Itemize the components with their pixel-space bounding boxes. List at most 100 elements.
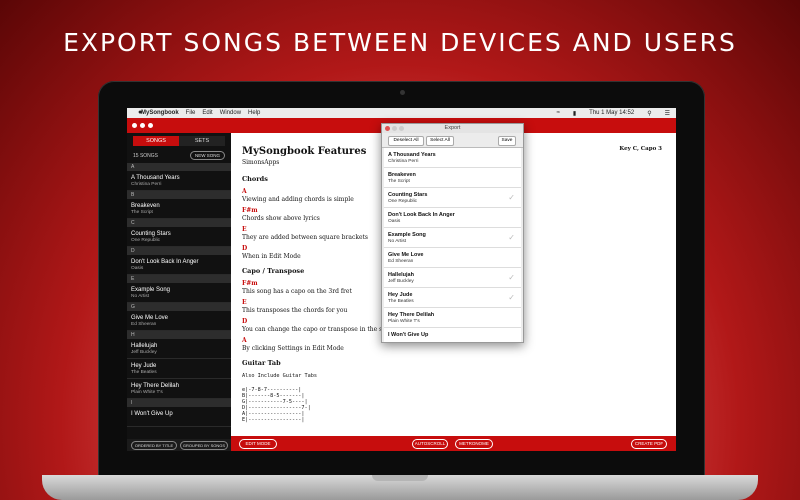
song-title: Don't Look Back In Anger — [131, 259, 199, 265]
song-artist: Plain White T's — [131, 390, 163, 395]
export-row[interactable]: I Won't Give Up — [384, 328, 521, 342]
section-header: D — [127, 247, 231, 255]
battery-icon[interactable]: ▮ — [573, 110, 576, 117]
grouped-by-songs-button[interactable]: GROUPED BY SONGS — [180, 441, 228, 450]
edit-mode-button[interactable]: EDIT MODE — [239, 439, 277, 449]
export-row[interactable]: Breakeven The Script — [384, 168, 521, 188]
save-button[interactable]: Save — [498, 136, 516, 146]
song-artist: Oasis — [131, 266, 144, 271]
lyric-line: By clicking Settings in Edit Mode — [242, 345, 344, 352]
song-title: Counting Stars — [131, 231, 171, 237]
export-row[interactable]: A Thousand Years Christina Perri — [384, 148, 521, 168]
metronome-button[interactable]: METRONOME — [455, 439, 493, 449]
wifi-icon[interactable]: ≈ — [557, 110, 560, 116]
song-artist: Ed Sheeran — [131, 322, 157, 327]
export-song-title: Counting Stars — [388, 192, 428, 198]
menu-file[interactable]: File — [186, 110, 196, 116]
section-header: C — [127, 219, 231, 227]
section-heading: Capo / Transpose — [242, 267, 305, 275]
songs-sets-toggle: SONGS SETS — [133, 136, 225, 146]
lyric-line: Viewing and adding chords is simple — [242, 196, 354, 203]
song-artist: Jeff Buckley — [131, 350, 157, 355]
zoom-icon[interactable] — [399, 126, 404, 131]
list-item[interactable]: Hey Jude The Beatles — [127, 359, 231, 379]
close-icon[interactable] — [385, 126, 390, 131]
list-item[interactable]: I Won't Give Up — [127, 407, 231, 427]
list-item[interactable]: Hallelujah Jeff Buckley — [127, 339, 231, 359]
export-song-title: Hey There Delilah — [388, 312, 435, 318]
export-row[interactable]: Example Song No Artist ✓ — [384, 228, 521, 248]
song-toolbar: EDIT MODE AUTOSCROLL METRONOME CREATE PD… — [231, 436, 676, 451]
export-song-title: Hallelujah — [388, 272, 414, 278]
checkmark-icon[interactable]: ✓ — [508, 193, 515, 202]
tab-sets[interactable]: SETS — [179, 136, 225, 146]
list-item[interactable]: Don't Look Back In Anger Oasis — [127, 255, 231, 275]
headline: EXPORT SONGS BETWEEN DEVICES AND USERS — [63, 28, 737, 57]
autoscroll-button[interactable]: AUTOSCROLL — [412, 439, 448, 449]
minimize-icon[interactable] — [392, 126, 397, 131]
select-all-button[interactable]: Select All — [426, 136, 454, 146]
song-title: Hallelujah — [131, 343, 158, 349]
tab-songs[interactable]: SONGS — [133, 136, 179, 146]
list-item[interactable]: Counting Stars One Republic — [127, 227, 231, 247]
zoom-button[interactable] — [148, 123, 153, 128]
list-item[interactable]: Give Me Love Ed Sheeran — [127, 311, 231, 331]
song-title: Breakeven — [131, 203, 160, 209]
checkmark-icon[interactable]: ✓ — [508, 293, 515, 302]
ordered-by-title-button[interactable]: ORDERED BY TITLE — [131, 441, 177, 450]
export-song-artist: One Republic — [388, 199, 418, 204]
section-header: H — [127, 331, 231, 339]
app-menu[interactable]: MySongbook — [141, 110, 179, 116]
list-item[interactable]: A Thousand Years Christina Perri — [127, 171, 231, 191]
export-row[interactable]: Counting Stars One Republic ✓ — [384, 188, 521, 208]
apple-icon[interactable]: ● — [138, 109, 142, 116]
export-song-artist: The Beatles — [388, 299, 414, 304]
list-item[interactable]: Breakeven The Script — [127, 199, 231, 219]
menu-help[interactable]: Help — [248, 110, 260, 116]
export-row[interactable]: Give Me Love Ed Sheeran — [384, 248, 521, 268]
export-song-artist: Ed Sheeran — [388, 259, 414, 264]
export-row[interactable]: Hey There Delilah Plain White T's — [384, 308, 521, 328]
section-header: E — [127, 275, 231, 283]
deselect-all-button[interactable]: Deselect All — [388, 136, 424, 146]
list-icon[interactable]: ☰ — [665, 110, 670, 117]
create-pdf-button[interactable]: CREATE PDF — [631, 439, 667, 449]
export-song-title: A Thousand Years — [388, 152, 436, 158]
song-artist: The Script — [131, 210, 153, 215]
laptop-notch — [372, 475, 428, 481]
chord-label: F#m — [242, 207, 258, 214]
key-capo-label: Key C, Capo 3 — [619, 146, 662, 152]
song-artist: The Beatles — [131, 370, 157, 375]
song-title-heading: MySongbook Features — [242, 146, 367, 157]
close-button[interactable] — [132, 123, 137, 128]
export-song-artist: Christina Perri — [388, 159, 419, 164]
menu-window[interactable]: Window — [220, 110, 241, 116]
camera-icon — [400, 90, 405, 95]
minimize-button[interactable] — [140, 123, 145, 128]
export-song-title: Hey Jude — [388, 292, 413, 298]
list-item[interactable]: Example Song No Artist — [127, 283, 231, 303]
new-song-button[interactable]: NEW SONG — [189, 151, 225, 160]
section-heading: Guitar Tab — [242, 359, 281, 367]
checkmark-icon[interactable]: ✓ — [508, 273, 515, 282]
chord-label: A — [242, 188, 247, 195]
menubar: ● MySongbook File Edit Window Help ≈ ▮ T… — [127, 108, 676, 118]
checkmark-icon[interactable]: ✓ — [508, 233, 515, 242]
clock[interactable]: Thu 1 May 14:52 — [589, 110, 634, 116]
export-song-artist: Jeff Buckley — [388, 279, 414, 284]
tab-line: E|-----------------| — [242, 417, 305, 423]
export-title: Export — [444, 125, 461, 131]
export-row[interactable]: Hallelujah Jeff Buckley ✓ — [384, 268, 521, 288]
search-icon[interactable]: ⚲ — [647, 110, 651, 117]
song-artist: Christina Perri — [131, 182, 162, 187]
export-row[interactable]: Hey Jude The Beatles ✓ — [384, 288, 521, 308]
list-item[interactable]: Hey There Delilah Plain White T's — [127, 379, 231, 399]
song-artist-heading: SimonsApps — [242, 159, 280, 166]
lyric-line: This song has a capo on the 3rd fret — [242, 288, 352, 295]
chord-label: F#m — [242, 280, 258, 287]
export-row[interactable]: Don't Look Back In Anger Oasis — [384, 208, 521, 228]
section-header: I — [127, 399, 231, 407]
lyric-line: This transposes the chords for you — [242, 307, 348, 314]
menu-edit[interactable]: Edit — [202, 110, 212, 116]
export-song-title: Example Song — [388, 232, 426, 238]
